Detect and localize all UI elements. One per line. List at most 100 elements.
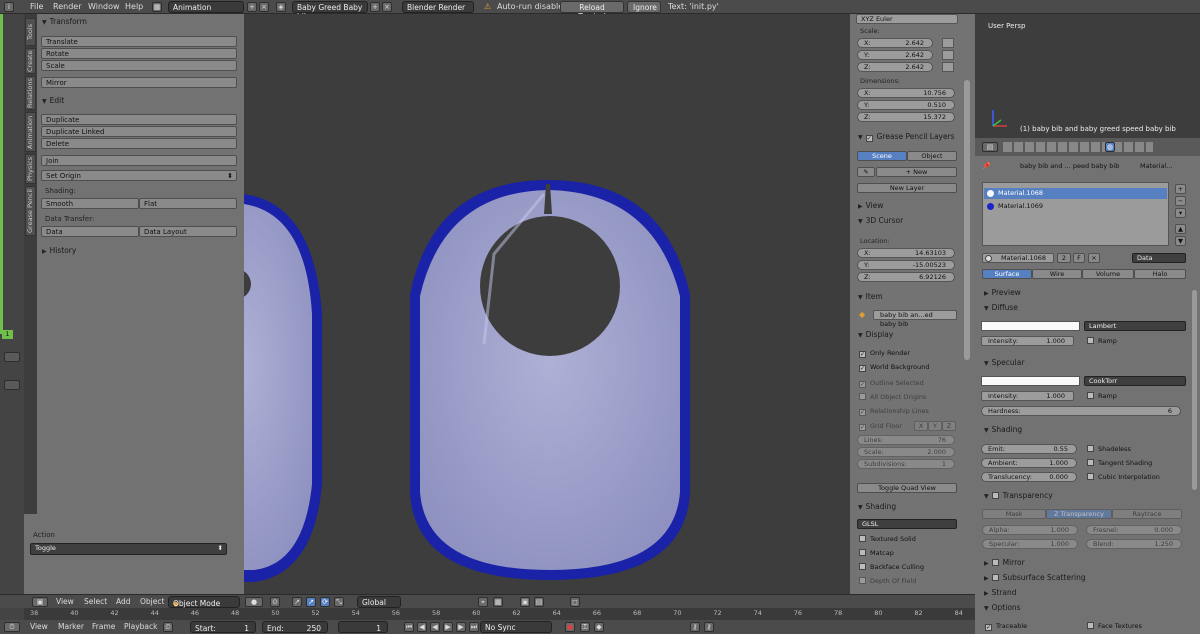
transparency-raytrace-tab[interactable]: Raytrace [1112, 509, 1182, 519]
preview-header[interactable]: ▶ Preview [984, 288, 1021, 297]
timeline-menu-view[interactable]: View [30, 622, 48, 631]
backface-culling-checkbox[interactable]: Backface Culling [859, 563, 924, 571]
rotation-mode-dropdown[interactable]: XYZ Euler [856, 14, 958, 24]
all-origins-checkbox[interactable]: All Object Origins [859, 393, 926, 401]
users-count[interactable]: 2 [1057, 253, 1071, 263]
world-background-checkbox[interactable]: ✓ World Background [859, 363, 929, 372]
mode-dropdown[interactable]: ◆ Object Mode [168, 596, 240, 608]
link-data-dropdown[interactable]: Data [1132, 253, 1186, 263]
mirror-header[interactable]: ▶ Mirror [984, 558, 1025, 567]
tab-volume[interactable]: Volume [1082, 269, 1134, 279]
specular-alpha-field[interactable]: Specular: 1.000 [982, 539, 1078, 549]
rotate-manipulator-icon[interactable]: ⟳ [320, 597, 330, 607]
specular-color-swatch[interactable] [981, 376, 1080, 386]
manipulator-icon[interactable]: ↗ [292, 597, 302, 607]
remove-slot-icon[interactable]: − [1175, 196, 1186, 206]
tab-grease-pencil[interactable]: Grease Pencil [25, 186, 36, 236]
face-textures-checkbox[interactable]: Face Textures [1087, 622, 1142, 630]
menu-help[interactable]: Help [125, 2, 143, 11]
material-name-field[interactable]: Material.1068 [982, 253, 1054, 263]
flat-button[interactable]: Flat [139, 198, 237, 209]
context-pin-icon[interactable]: 📌 [982, 162, 991, 170]
jump-end-icon[interactable]: ⏭ [469, 622, 479, 632]
timeline-menu-frame[interactable]: Frame [92, 622, 115, 631]
tab-wire[interactable]: Wire [1032, 269, 1082, 279]
lock-icon[interactable] [942, 50, 954, 60]
traceable-checkbox[interactable]: ✓ Traceable [985, 622, 1027, 631]
ignore-button[interactable]: Ignore [627, 1, 661, 13]
material-shading-header[interactable]: ▼ Shading [984, 425, 1022, 434]
diffuse-shader-dropdown[interactable]: Lambert [1084, 321, 1186, 331]
gp-scene-tab[interactable]: Scene [857, 151, 907, 161]
unlink-icon[interactable]: × [1088, 253, 1100, 263]
mirror-button[interactable]: Mirror [41, 77, 237, 88]
translate-manipulator-icon[interactable]: ↗ [306, 597, 316, 607]
n-panel-scrollbar[interactable] [964, 80, 970, 360]
axis-y-toggle[interactable]: Y [928, 421, 942, 431]
duplicate-button[interactable]: Duplicate [41, 114, 237, 125]
user-persp-view[interactable]: User Persp (1) baby bib and baby greed s… [975, 14, 1200, 138]
axis-z-toggle[interactable]: Z [942, 421, 956, 431]
grid-lines-field[interactable]: Lines: 76 [857, 435, 955, 445]
depth-of-field-checkbox[interactable]: Depth Of Field [859, 577, 916, 585]
view-header[interactable]: ▶ View [858, 201, 883, 210]
menu-window[interactable]: Window [88, 2, 120, 11]
properties-scrollbar[interactable] [1192, 290, 1197, 490]
item-header[interactable]: ▼ Item [858, 292, 883, 301]
end-frame-field[interactable]: End: 250 [262, 621, 328, 633]
3d-viewport[interactable] [174, 14, 850, 594]
action-dropdown[interactable]: Toggle ⬍ [30, 543, 227, 555]
material-tab-icon[interactable]: ◍ [1105, 142, 1115, 152]
timeline-ruler[interactable]: 38 40 42 44 46 48 50 52 54 56 58 60 62 64 66 68 70 72 74 76… [24, 608, 975, 620]
menu-add[interactable]: Add [116, 597, 131, 606]
layout-grid-icon[interactable]: ▦ [152, 2, 162, 12]
relationship-lines-checkbox[interactable]: ✓ Relationship Lines [859, 407, 929, 416]
data-button[interactable]: Data [41, 226, 139, 237]
diffuse-header[interactable]: ▼ Diffuse [984, 303, 1018, 312]
matcap-checkbox[interactable]: Matcap [859, 549, 894, 557]
prev-key-icon[interactable]: ◀ [417, 622, 427, 632]
menu-object[interactable]: Object [140, 597, 164, 606]
scale-x-field[interactable]: X: 2.642 [857, 38, 933, 48]
transparency-mask-tab[interactable]: Mask [982, 509, 1046, 519]
cursor-x-field[interactable]: X: 14.63103 [857, 248, 955, 258]
timeline-editor-icon[interactable]: ⏱ [4, 622, 20, 632]
scale-y-field[interactable]: Y: 2.642 [857, 50, 933, 60]
history-header[interactable]: ▶ History [42, 246, 76, 255]
emit-field[interactable]: Emit: 0.55 [981, 444, 1077, 454]
play-icon[interactable]: ▶ [443, 622, 453, 632]
key-icon[interactable]: ⚷ [704, 622, 714, 632]
move-up-icon[interactable]: ▲ [1175, 224, 1186, 234]
play-reverse-icon[interactable]: ◀ [430, 622, 440, 632]
properties-editor-icon[interactable]: ▤ [982, 142, 998, 152]
rotate-button[interactable]: Rotate [41, 48, 237, 59]
gp-new-button[interactable]: + New [876, 167, 957, 177]
pivot-icon[interactable]: ⊙ [270, 597, 280, 607]
pencil-icon[interactable]: ✎ [857, 167, 875, 177]
cubic-interpolation-checkbox[interactable]: Cubic Interpolation [1087, 473, 1160, 481]
dimension-x-field[interactable]: X: 10.756 [857, 88, 955, 98]
bib-left[interactable] [174, 192, 322, 582]
join-button[interactable]: Join [41, 155, 237, 166]
transform-orientation-dropdown[interactable]: Global [357, 596, 401, 608]
sss-header[interactable]: ▶ Subsurface Scattering [984, 573, 1086, 582]
menu-render[interactable]: Render [53, 2, 81, 11]
tab-create[interactable]: Create [25, 48, 36, 74]
add-layout-icon[interactable]: + [247, 2, 257, 12]
lock-icon[interactable] [942, 62, 954, 72]
next-key-icon[interactable]: ▶ [456, 622, 466, 632]
record-icon[interactable]: ● [565, 622, 575, 632]
axis-x-toggle[interactable]: X [914, 421, 928, 431]
editor-type-icon[interactable] [4, 352, 20, 362]
current-frame-field[interactable]: 1 [338, 621, 388, 633]
smooth-button[interactable]: Smooth [41, 198, 139, 209]
fresnel-field[interactable]: Fresnel: 0.000 [1086, 525, 1182, 535]
cursor-z-field[interactable]: Z: 6.92126 [857, 272, 955, 282]
cursor-y-field[interactable]: Y: -15.00523 [857, 260, 955, 270]
move-down-icon[interactable]: ▼ [1175, 236, 1186, 246]
bib-right[interactable] [410, 180, 690, 580]
breadcrumb-material[interactable]: Material... [1140, 162, 1173, 170]
grid-floor-checkbox[interactable]: ✓ Grid Floor [859, 422, 902, 431]
render-preview-icon[interactable]: ◻ [570, 597, 580, 607]
specular-intensity-field[interactable]: Intensity: 1.000 [981, 391, 1074, 401]
